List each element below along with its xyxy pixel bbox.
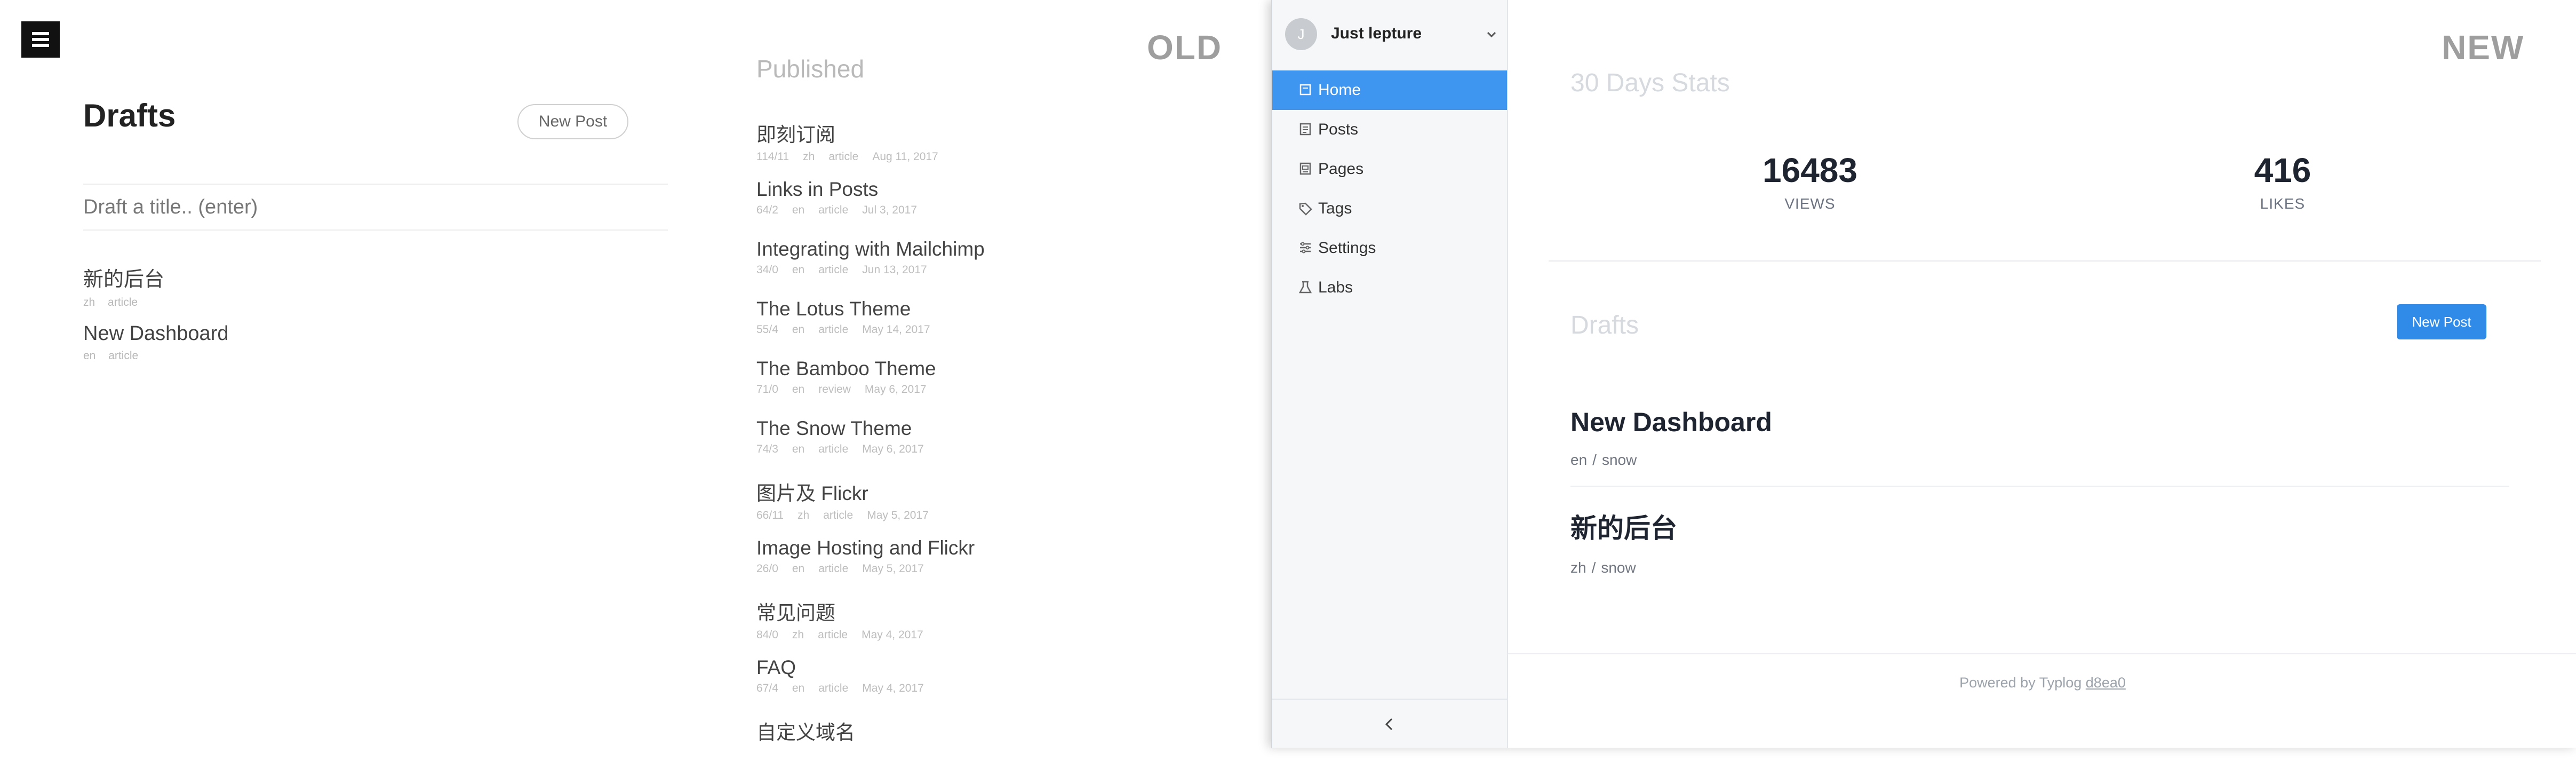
published-item[interactable]: The Lotus Theme 55/4 en article May 14, 201… xyxy=(756,298,985,358)
sidebar-item-label: Settings xyxy=(1318,239,1376,257)
old-dashboard: OLD Drafts New Post Draft a title.. (ent… xyxy=(0,0,1271,748)
draft-title: 新的后台 xyxy=(83,268,165,291)
post-title: Image Hosting and Flickr xyxy=(756,537,975,559)
drafts-title: Drafts xyxy=(83,98,176,133)
published-item[interactable]: Integrating with Mailchimp 34/0 en article… xyxy=(756,238,985,298)
divider xyxy=(1549,260,2541,262)
chevron-down-icon xyxy=(1487,31,1496,38)
post-title: The Lotus Theme xyxy=(756,298,911,320)
post-meta: 26/0 en article May 5, 2017 xyxy=(756,563,924,575)
draft-meta: zh article xyxy=(83,296,138,308)
published-item[interactable]: 即刻订阅 114/11 zh article Aug 11, 2017 xyxy=(756,118,985,178)
published-list: 即刻订阅 114/11 zh article Aug 11, 2017 Links i… xyxy=(756,118,985,776)
published-title: Published xyxy=(756,55,865,83)
published-item[interactable]: Image Hosting and Flickr 26/0 en article Ma… xyxy=(756,537,985,597)
sidebar-item-tags[interactable]: Tags xyxy=(1272,189,1507,228)
post-meta: 66/11 zh article May 5, 2017 xyxy=(756,509,929,521)
post-title: FAQ xyxy=(756,656,796,678)
avatar: J xyxy=(1285,18,1317,50)
post-meta: 71/0 en review May 6, 2017 xyxy=(756,383,927,395)
post-meta: 74/3 en article May 6, 2017 xyxy=(756,443,924,455)
post-title: 自定义域名 xyxy=(756,722,855,743)
old-label: OLD xyxy=(1147,28,1223,67)
draft-title-input[interactable]: Draft a title.. (enter) xyxy=(83,184,668,231)
stat-likes: 416 LIKES xyxy=(2203,151,2363,212)
sidebar-item-label: Pages xyxy=(1318,160,1364,178)
tag-icon xyxy=(1299,202,1312,216)
footer-text: Powered by Typlog xyxy=(1959,675,2082,691)
post-title: 图片及 Flickr xyxy=(756,482,868,504)
post-meta: 64/2 en article Jul 3, 2017 xyxy=(756,204,918,216)
new-post-button[interactable]: New Post xyxy=(517,104,628,139)
new-label: NEW xyxy=(2442,28,2525,67)
post-meta: 67/4 en article May 4, 2017 xyxy=(756,682,924,694)
divider xyxy=(1570,486,2509,487)
flask-icon xyxy=(1298,281,1312,294)
draft-item[interactable]: 新的后台 zh / snow xyxy=(1570,507,2509,576)
stat-label: VIEWS xyxy=(1784,195,1836,212)
post-title: The Bamboo Theme xyxy=(756,358,936,379)
main-content: NEW 30 Days Stats 16483 VIEWS 416 LIKES … xyxy=(1508,0,2576,748)
draft-meta: zh / snow xyxy=(1570,559,1636,576)
sidebar-item-label: Home xyxy=(1318,81,1361,99)
stat-value: 416 xyxy=(2254,151,2311,189)
stat-label: LIKES xyxy=(2260,195,2306,212)
draft-item[interactable]: New Dashboard en article xyxy=(83,322,228,362)
stats-title: 30 Days Stats xyxy=(1570,69,1730,97)
draft-meta: en article xyxy=(83,350,139,362)
sidebar-item-posts[interactable]: Posts xyxy=(1272,110,1507,149)
user-menu[interactable]: J Just lepture xyxy=(1285,18,1498,50)
footer-link[interactable]: d8ea0 xyxy=(2086,675,2126,691)
new-post-button[interactable]: New Post xyxy=(2397,304,2486,339)
sidebar-item-home[interactable]: Home xyxy=(1272,70,1507,110)
published-item[interactable]: 常见问题 84/0 zh article May 4, 2017 xyxy=(756,597,985,656)
sidebar-item-pages[interactable]: Pages xyxy=(1272,149,1507,189)
published-item[interactable]: The Snow Theme 74/3 en article May 6, 2017 xyxy=(756,417,985,477)
sidebar-item-label: Posts xyxy=(1318,121,1359,138)
sidebar-nav: Home Posts Pages Tags Settings Labs xyxy=(1272,70,1507,307)
user-name: Just lepture xyxy=(1331,25,1422,42)
posts-icon xyxy=(1299,123,1311,136)
published-item[interactable]: Links in Posts 64/2 en article Jul 3, 2017 xyxy=(756,178,985,238)
pages-icon xyxy=(1299,162,1311,175)
draft-title: 新的后台 xyxy=(1570,513,1677,543)
chevron-left-icon xyxy=(1385,718,1393,731)
published-item[interactable]: The Bamboo Theme 71/0 en review May 6, 2017 xyxy=(756,358,985,417)
sidebar-item-labs[interactable]: Labs xyxy=(1272,268,1507,307)
sidebar-item-label: Tags xyxy=(1318,200,1352,217)
settings-icon xyxy=(1300,242,1311,254)
divider xyxy=(1508,653,2576,654)
published-item[interactable]: 图片及 Flickr 66/11 zh article May 5, 2017 xyxy=(756,477,985,537)
post-title: 常见问题 xyxy=(756,602,835,624)
post-title: 即刻订阅 xyxy=(756,124,835,146)
published-item[interactable]: 自定义域名 xyxy=(756,716,985,776)
hamburger-menu-icon[interactable] xyxy=(21,21,60,58)
drafts-title: Drafts xyxy=(1570,311,1639,339)
published-item[interactable]: FAQ 67/4 en article May 4, 2017 xyxy=(756,656,985,716)
post-title: The Snow Theme xyxy=(756,417,912,439)
post-meta: 55/4 en article May 14, 2017 xyxy=(756,323,930,336)
stat-views: 16483 VIEWS xyxy=(1730,151,1890,212)
draft-item[interactable]: 新的后台 zh article xyxy=(83,263,164,309)
post-title: Integrating with Mailchimp xyxy=(756,238,985,260)
draft-meta: en / snow xyxy=(1570,452,1637,468)
sidebar: J Just lepture Home Posts Pages Tags Set… xyxy=(1272,0,1508,748)
sidebar-collapse-button[interactable] xyxy=(1272,699,1507,748)
sidebar-item-settings[interactable]: Settings xyxy=(1272,228,1507,268)
new-dashboard: J Just lepture Home Posts Pages Tags Set… xyxy=(1271,0,2576,748)
post-meta: 34/0 en article Jun 13, 2017 xyxy=(756,264,927,276)
draft-title: New Dashboard xyxy=(1570,407,1772,437)
draft-title: New Dashboard xyxy=(83,322,229,345)
post-title: Links in Posts xyxy=(756,178,879,200)
post-meta: 114/11 zh article Aug 11, 2017 xyxy=(756,151,938,163)
post-meta: 84/0 zh article May 4, 2017 xyxy=(756,629,923,641)
sidebar-item-label: Labs xyxy=(1318,279,1353,296)
draft-item[interactable]: New Dashboard en / snow xyxy=(1570,407,2509,469)
stat-value: 16483 xyxy=(1762,151,1857,189)
footer: Powered by Typlog d8ea0 xyxy=(1508,675,2576,691)
home-icon xyxy=(1299,84,1311,96)
